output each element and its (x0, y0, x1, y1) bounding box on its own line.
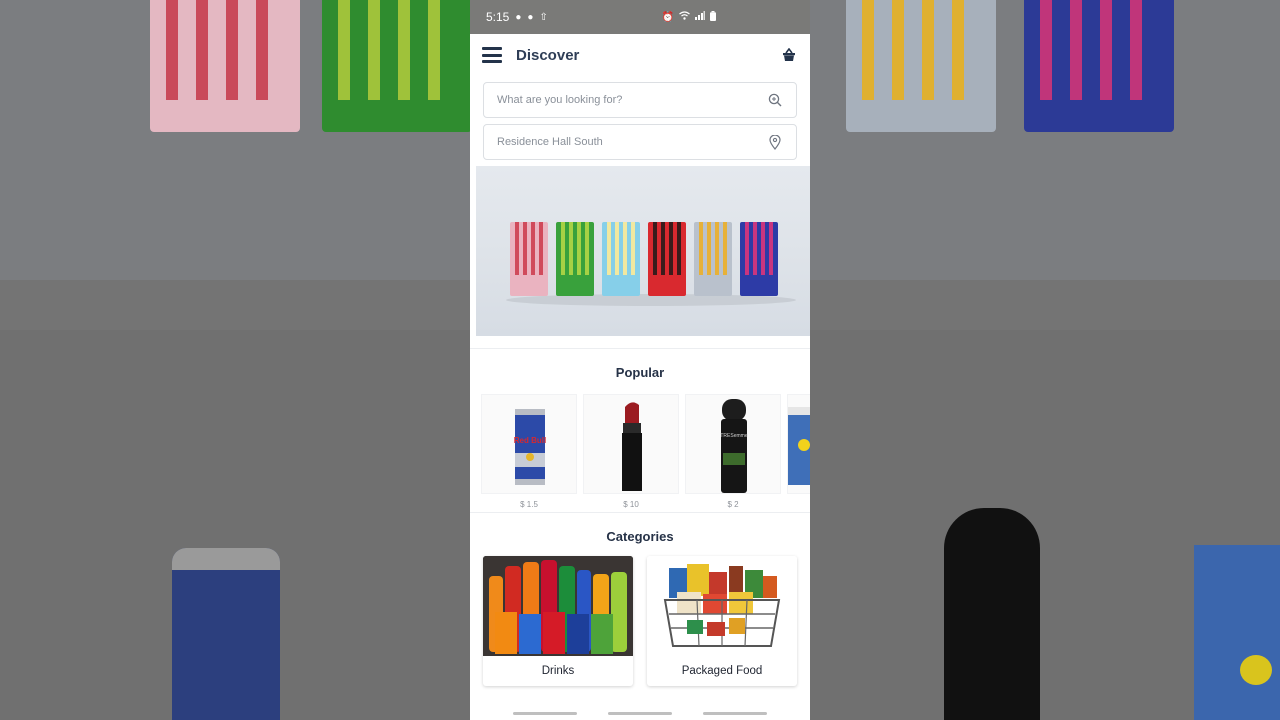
pack-green-image (556, 222, 594, 296)
category-card-drinks[interactable]: Drinks (483, 556, 633, 686)
location-pin-icon[interactable] (767, 134, 783, 150)
phone-screen: 5:15 ● ● ⇧ ⏰ Discover What are you looki… (470, 0, 810, 720)
drinks-photo-icon (483, 556, 633, 656)
hamburger-menu-icon[interactable] (482, 47, 502, 63)
wifi-icon (679, 11, 690, 23)
svg-text:TRESemme: TRESemme (720, 433, 747, 439)
pack-navy-image (740, 222, 778, 296)
categories-grid: Drinks Packaged Food (470, 556, 810, 696)
pack-grey-image (694, 222, 732, 296)
background-pack-grey (846, 0, 996, 132)
notification-icon: ● (527, 11, 534, 23)
background-can-image (172, 548, 280, 720)
recents-button[interactable] (513, 712, 577, 715)
product-price: $ 10 (623, 500, 639, 509)
battery-icon (710, 10, 716, 24)
pack-pink-image (510, 222, 548, 296)
promo-banner[interactable] (476, 166, 810, 336)
search-input[interactable]: What are you looking for? (483, 82, 797, 118)
categories-title: Categories (606, 529, 674, 544)
product-price: $ 1.5 (520, 500, 538, 509)
status-time: 5:15 (486, 10, 510, 24)
location-field[interactable]: Residence Hall South (483, 124, 797, 160)
home-button[interactable] (608, 712, 672, 715)
search-icon[interactable] (767, 92, 783, 108)
category-card-packaged-food[interactable]: Packaged Food (647, 556, 797, 686)
background-pack-green (322, 0, 472, 132)
energy-drink-can-icon: Red Bull (514, 409, 546, 485)
svg-text:Red Bull: Red Bull (514, 436, 546, 445)
basket-icon[interactable] (780, 46, 798, 64)
signal-icon (695, 11, 705, 23)
section-divider (470, 348, 810, 349)
alarm-icon: ⏰ (661, 11, 674, 23)
app-notification-icon: ● (515, 11, 522, 23)
upload-icon: ⇧ (539, 11, 548, 23)
section-divider (470, 512, 810, 513)
popular-carousel[interactable]: Red Bull TRESemme $ 1.5 $ 10 $ 2 (470, 394, 810, 512)
hairspray-can-icon: TRESemme (720, 399, 748, 493)
background-pack-blue (1024, 0, 1174, 132)
category-label: Packaged Food (681, 665, 763, 677)
pack-lightblue-image (602, 222, 640, 296)
chips-bag-icon (788, 407, 810, 485)
background-spray-image (944, 508, 1040, 720)
category-label: Drinks (541, 665, 575, 677)
status-bar: 5:15 ● ● ⇧ ⏰ (470, 0, 810, 34)
background-pack-pink (150, 0, 300, 132)
back-button[interactable] (703, 712, 767, 715)
product-price: $ 2 (727, 500, 739, 509)
food-basket-photo-icon (647, 556, 797, 656)
background-chips-image (1194, 545, 1280, 720)
product-card[interactable] (787, 394, 810, 494)
app-bar: Discover (470, 34, 810, 76)
pack-red-image (648, 222, 686, 296)
popular-title: Popular (615, 365, 665, 380)
system-nav-bar (470, 708, 810, 720)
product-card[interactable]: TRESemme (685, 394, 781, 494)
lipstick-icon (622, 402, 642, 491)
location-value: Residence Hall South (497, 136, 603, 148)
search-placeholder: What are you looking for? (497, 94, 623, 106)
page-title: Discover (516, 46, 580, 64)
product-card[interactable] (583, 394, 679, 494)
product-card[interactable]: Red Bull (481, 394, 577, 494)
